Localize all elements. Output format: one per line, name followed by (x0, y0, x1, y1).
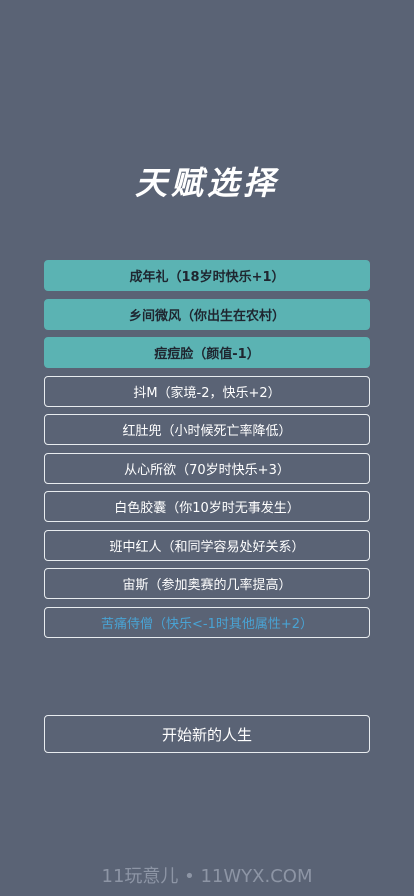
talent-item[interactable]: 苦痛侍僧（快乐<-1时其他属性+2） (44, 606, 370, 638)
talent-item[interactable]: 痘痘脸（颜值-1） (44, 337, 370, 368)
talent-item[interactable]: 宙斯（参加奥赛的几率提高） (44, 568, 370, 599)
page-title: 天赋选择 (134, 164, 279, 202)
talent-item[interactable]: 从心所欲（70岁时快乐+3） (44, 452, 370, 484)
talent-item[interactable]: 抖M（家境-2，快乐+2） (44, 375, 370, 407)
watermark: 11玩意儿 • 11WYX.COM (101, 866, 313, 887)
talent-item[interactable]: 乡间微风（你出生在农村） (44, 298, 370, 330)
talent-item[interactable]: 白色胶囊（你10岁时无事发生） (44, 491, 370, 522)
talent-list: 成年礼（18岁时快乐+1） 乡间微风（你出生在农村） 痘痘脸（颜值-1） 抖M（… (44, 260, 370, 645)
talent-item[interactable]: 红肚兜（小时候死亡率降低） (44, 414, 370, 445)
talent-item[interactable]: 班中红人（和同学容易处好关系） (44, 529, 370, 561)
talent-item[interactable]: 成年礼（18岁时快乐+1） (44, 260, 370, 291)
start-new-life-button[interactable]: 开始新的人生 (44, 715, 370, 753)
